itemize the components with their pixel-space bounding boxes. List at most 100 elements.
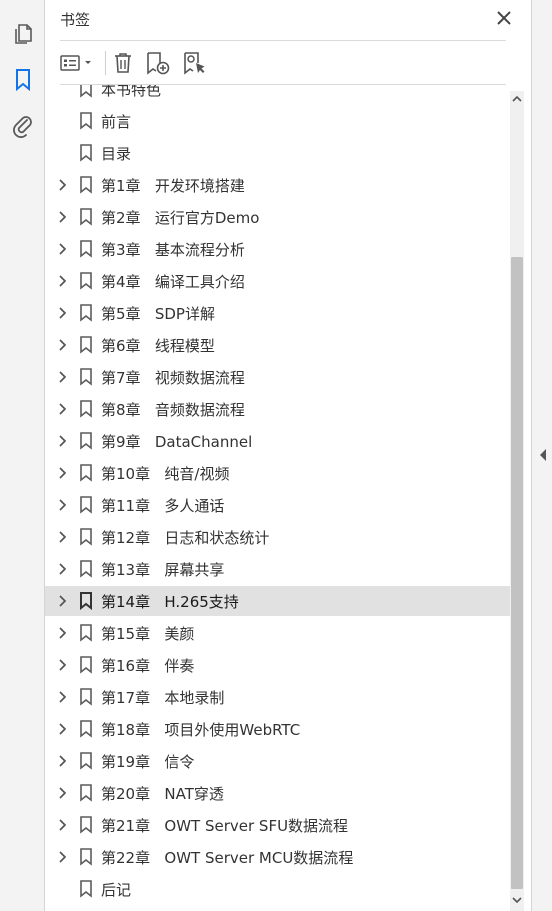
bookmark-item[interactable]: 第10章 纯音/视频	[45, 458, 510, 488]
bookmark-item[interactable]: 第20章 NAT穿透	[45, 778, 510, 808]
bookmark-icon	[80, 880, 92, 898]
bookmark-label: 第21章 OWT Server SFU数据流程	[101, 817, 349, 835]
find-bookmark-icon	[184, 52, 205, 75]
bookmark-item[interactable]: 第17章 本地录制	[45, 682, 510, 712]
chevron-right-icon[interactable]	[57, 499, 69, 511]
bookmark-icon	[80, 528, 92, 546]
chevron-right-icon[interactable]	[57, 563, 69, 575]
bookmark-item[interactable]: 前言	[45, 106, 510, 136]
panel-splitter[interactable]	[531, 0, 552, 911]
bookmark-item[interactable]: 本书特色	[45, 85, 510, 104]
bookmark-label: 第18章 项目外使用WebRTC	[101, 721, 301, 739]
bookmark-item[interactable]: 第15章 美颜	[45, 618, 510, 648]
bookmark-item[interactable]: 第18章 项目外使用WebRTC	[45, 714, 510, 744]
bookmark-label: 前言	[101, 113, 132, 131]
bookmark-icon	[80, 848, 92, 866]
pages-button[interactable]	[6, 17, 39, 50]
bookmark-icon	[80, 144, 92, 162]
bookmark-item[interactable]: 目录	[45, 138, 510, 168]
bookmark-item[interactable]: 后记	[45, 874, 510, 904]
bookmark-icon	[15, 68, 30, 91]
close-panel-button[interactable]	[494, 8, 514, 28]
chevron-right-icon[interactable]	[57, 691, 69, 703]
chevron-right-icon[interactable]	[57, 723, 69, 735]
pages-icon	[14, 23, 32, 44]
bookmark-item[interactable]: 第6章 线程模型	[45, 330, 510, 360]
bookmark-item[interactable]: 第9章 DataChannel	[45, 426, 510, 456]
chevron-right-icon[interactable]	[57, 275, 69, 287]
delete-bookmark-button[interactable]	[111, 49, 135, 77]
bookmarks-panel: 书签 本书特色 前言 目录 第1章 开发环境搭建 第2章 运行官方Demo 第3…	[45, 0, 531, 911]
bookmark-icon	[80, 496, 92, 514]
find-bookmark-button[interactable]	[180, 49, 208, 77]
chevron-right-icon[interactable]	[57, 435, 69, 447]
chevron-down-icon	[512, 897, 522, 904]
chevron-right-icon[interactable]	[57, 243, 69, 255]
bookmark-item[interactable]: 第8章 音频数据流程	[45, 394, 510, 424]
bookmark-item-selected[interactable]: 第14章 H.265支持	[45, 586, 510, 616]
scroll-up-button[interactable]	[510, 91, 524, 107]
chevron-right-icon[interactable]	[57, 467, 69, 479]
chevron-right-icon[interactable]	[57, 755, 69, 767]
bookmark-label: 第22章 OWT Server MCU数据流程	[101, 849, 354, 867]
chevron-right-icon[interactable]	[57, 211, 69, 223]
bookmark-icon	[80, 368, 92, 386]
bookmark-label: 第10章 纯音/视频	[101, 465, 230, 483]
chevron-right-icon[interactable]	[57, 787, 69, 799]
bookmark-label: 第16章 伴奏	[101, 657, 195, 675]
bookmark-label: 第11章 多人通话	[101, 497, 225, 515]
bookmark-icon	[80, 816, 92, 834]
chevron-right-icon[interactable]	[57, 307, 69, 319]
header-divider	[60, 40, 506, 41]
bookmark-label: 第15章 美颜	[101, 625, 195, 643]
new-bookmark-icon	[147, 52, 170, 75]
bookmark-icon	[80, 592, 92, 610]
bookmark-item[interactable]: 第13章 屏幕共享	[45, 554, 510, 584]
bookmark-label: 第19章 信令	[101, 753, 195, 771]
bookmarks-button[interactable]	[6, 63, 39, 96]
chevron-right-icon[interactable]	[57, 403, 69, 415]
bookmark-icon	[80, 272, 92, 290]
chevron-right-icon[interactable]	[57, 531, 69, 543]
bookmark-item[interactable]: 第4章 编译工具介绍	[45, 266, 510, 296]
bookmark-item[interactable]: 第5章 SDP详解	[45, 298, 510, 328]
chevron-right-icon[interactable]	[57, 595, 69, 607]
bookmark-item[interactable]: 第7章 视频数据流程	[45, 362, 510, 392]
close-icon	[497, 11, 511, 25]
bookmark-label: 第1章 开发环境搭建	[101, 177, 245, 195]
bookmark-toolbar	[45, 42, 531, 84]
bookmark-item[interactable]: 第12章 日志和状态统计	[45, 522, 510, 552]
chevron-right-icon[interactable]	[57, 819, 69, 831]
bookmark-label: 第7章 视频数据流程	[101, 369, 245, 387]
bookmark-icon	[80, 208, 92, 226]
bookmark-label: 第14章 H.265支持	[101, 593, 239, 611]
bookmark-item[interactable]: 第22章 OWT Server MCU数据流程	[45, 842, 510, 872]
chevron-right-icon[interactable]	[57, 371, 69, 383]
bookmark-item[interactable]: 第19章 信令	[45, 746, 510, 776]
attachments-button[interactable]	[6, 109, 39, 142]
collapse-arrow-icon[interactable]	[538, 448, 548, 462]
chevron-right-icon[interactable]	[57, 179, 69, 191]
bookmark-scrollbar[interactable]	[510, 91, 524, 911]
chevron-right-icon[interactable]	[57, 659, 69, 671]
scroll-down-button[interactable]	[510, 892, 524, 908]
new-bookmark-button[interactable]	[144, 49, 172, 77]
chevron-right-icon[interactable]	[57, 627, 69, 639]
bookmark-item[interactable]: 第3章 基本流程分析	[45, 234, 510, 264]
delete-bookmark-icon	[115, 53, 131, 73]
bookmark-item[interactable]: 第16章 伴奏	[45, 650, 510, 680]
chevron-up-icon	[512, 95, 522, 102]
bookmark-item[interactable]: 第2章 运行官方Demo	[45, 202, 510, 232]
bookmark-icon	[80, 752, 92, 770]
bookmark-item[interactable]: 第21章 OWT Server SFU数据流程	[45, 810, 510, 840]
bookmark-item[interactable]: 第1章 开发环境搭建	[45, 170, 510, 200]
bookmark-item[interactable]: 第11章 多人通话	[45, 490, 510, 520]
scroll-thumb[interactable]	[511, 257, 523, 889]
bookmark-icon	[80, 432, 92, 450]
bookmark-icon	[80, 240, 92, 258]
left-navigation-rail	[0, 0, 45, 911]
bookmark-label: 第8章 音频数据流程	[101, 401, 245, 419]
options-menu-button[interactable]	[59, 49, 97, 77]
chevron-right-icon[interactable]	[57, 851, 69, 863]
chevron-right-icon[interactable]	[57, 339, 69, 351]
